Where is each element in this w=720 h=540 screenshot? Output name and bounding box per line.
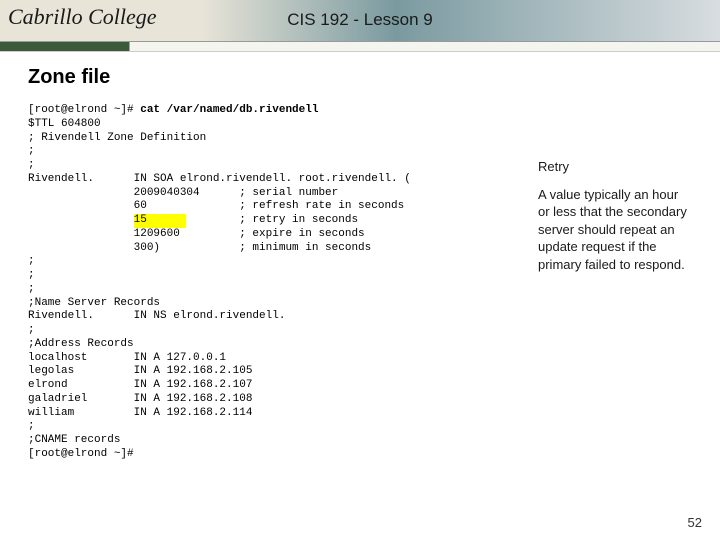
header-accent-bar <box>0 42 720 52</box>
ns-record: Rivendell. IN NS elrond.rivendell. <box>28 310 285 322</box>
slide-header: Cabrillo College CIS 192 - Lesson 9 <box>0 0 720 42</box>
cname-comment: ;CNAME records <box>28 434 120 446</box>
shell-prompt: [root@elrond ~]# <box>28 104 140 116</box>
soa-serial-comment: ; serial number <box>239 187 338 199</box>
college-logo: Cabrillo College <box>8 4 157 30</box>
zone-blank: ; <box>28 283 35 295</box>
soa-declaration: Rivendell. IN SOA elrond.rivendell. root… <box>28 173 411 185</box>
terminal-output: [root@elrond ~]# cat /var/named/db.riven… <box>28 104 411 462</box>
zone-ttl: $TTL 604800 <box>28 118 101 130</box>
zone-blank: ; <box>28 420 35 432</box>
shell-command: cat /var/named/db.rivendell <box>140 104 318 116</box>
soa-minimum-comment: ; minimum in seconds <box>239 242 371 254</box>
soa-minimum: 300) <box>28 242 239 254</box>
soa-retry-highlight: 15 <box>134 214 187 228</box>
ns-comment: ;Name Server Records <box>28 297 160 309</box>
soa-refresh: 60 <box>28 200 239 212</box>
soa-retry-comment: ; retry in seconds <box>239 214 358 226</box>
soa-expire: 1209600 <box>28 228 239 240</box>
zone-blank: ; <box>28 145 35 157</box>
a-record-william: william IN A 192.168.2.114 <box>28 407 252 419</box>
slide-header-title: CIS 192 - Lesson 9 <box>287 10 433 30</box>
soa-serial: 2009040304 <box>28 187 239 199</box>
a-record-legolas: legolas IN A 192.168.2.105 <box>28 365 252 377</box>
zone-blank: ; <box>28 269 35 281</box>
annotation-body: A value typically an hour or less that t… <box>538 186 688 274</box>
zone-blank: ; <box>28 159 35 171</box>
page-number: 52 <box>688 515 702 530</box>
soa-retry-pad <box>28 214 134 226</box>
soa-refresh-comment: ; refresh rate in seconds <box>239 200 404 212</box>
soa-retry-gap <box>186 214 239 226</box>
soa-expire-comment: ; expire in seconds <box>239 228 364 240</box>
zone-blank: ; <box>28 255 35 267</box>
a-comment: ;Address Records <box>28 338 134 350</box>
section-title: Zone file <box>28 66 110 89</box>
a-record-elrond: elrond IN A 192.168.2.107 <box>28 379 252 391</box>
a-record-galadriel: galadriel IN A 192.168.2.108 <box>28 393 252 405</box>
zone-blank: ; <box>28 324 35 336</box>
shell-prompt-end: [root@elrond ~]# <box>28 448 134 460</box>
annotation-title: Retry <box>538 158 688 176</box>
a-record-localhost: localhost IN A 127.0.0.1 <box>28 352 226 364</box>
zone-comment: ; Rivendell Zone Definition <box>28 132 206 144</box>
annotation-box: Retry A value typically an hour or less … <box>538 158 688 273</box>
